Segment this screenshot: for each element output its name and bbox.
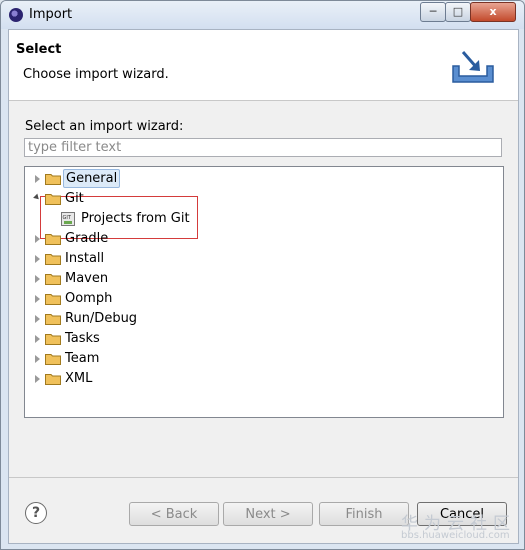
folder-icon bbox=[45, 234, 61, 245]
folder-icon bbox=[45, 374, 61, 385]
help-button[interactable]: ? bbox=[25, 502, 47, 524]
folder-icon bbox=[45, 294, 61, 305]
title-bar[interactable]: Import ─ □ x bbox=[1, 1, 524, 29]
import-window: Import ─ □ x Select Choose import wizard… bbox=[0, 0, 525, 550]
tree-item-label: Tasks bbox=[65, 331, 100, 346]
expand-arrow-icon[interactable] bbox=[35, 375, 40, 383]
folder-icon bbox=[45, 174, 61, 185]
close-button[interactable]: x bbox=[470, 2, 516, 22]
next-button[interactable]: Next > bbox=[223, 502, 313, 526]
page-description: Choose import wizard. bbox=[23, 67, 169, 82]
folder-icon bbox=[45, 334, 61, 345]
minimize-button[interactable]: ─ bbox=[420, 2, 446, 22]
git-file-icon: GIT bbox=[61, 212, 75, 226]
expand-arrow-icon[interactable] bbox=[35, 315, 40, 323]
tree-item-label: Projects from Git bbox=[81, 211, 190, 226]
expand-arrow-icon[interactable] bbox=[35, 255, 40, 263]
tree-item-label: Run/Debug bbox=[65, 311, 138, 326]
back-button[interactable]: < Back bbox=[129, 502, 219, 526]
folder-open-icon bbox=[45, 194, 61, 205]
folder-icon bbox=[45, 314, 61, 325]
import-wizard-icon bbox=[452, 51, 494, 83]
expand-arrow-icon[interactable] bbox=[35, 335, 40, 343]
footer-divider bbox=[9, 477, 518, 478]
folder-icon bbox=[45, 274, 61, 285]
wizard-tree[interactable]: General Git GIT Projects from Git Gradle bbox=[24, 166, 504, 418]
select-wizard-label: Select an import wizard: bbox=[25, 119, 184, 134]
folder-icon bbox=[45, 354, 61, 365]
expand-arrow-icon[interactable] bbox=[35, 275, 40, 283]
tree-item-label: Team bbox=[65, 351, 100, 366]
svg-text:GIT: GIT bbox=[63, 215, 72, 221]
tree-item-label: Oomph bbox=[65, 291, 113, 306]
expand-arrow-icon[interactable] bbox=[35, 175, 40, 183]
window-title: Import bbox=[29, 7, 73, 22]
page-title: Select bbox=[16, 42, 62, 57]
filter-input[interactable] bbox=[24, 138, 502, 157]
dialog-body: Select Choose import wizard. Select an i… bbox=[8, 29, 519, 544]
tree-item-label: Gradle bbox=[65, 231, 109, 246]
eclipse-icon bbox=[9, 8, 23, 22]
expand-arrow-icon[interactable] bbox=[35, 295, 40, 303]
maximize-button[interactable]: □ bbox=[445, 2, 471, 22]
tree-item-label: Git bbox=[65, 191, 84, 206]
expand-arrow-icon[interactable] bbox=[35, 355, 40, 363]
watermark-url: bbs.huaweicloud.com bbox=[401, 530, 510, 541]
tree-item-label: General bbox=[63, 169, 121, 188]
wizard-header: Select Choose import wizard. bbox=[9, 30, 518, 101]
tree-item-label: Install bbox=[65, 251, 105, 266]
expand-arrow-icon[interactable] bbox=[35, 235, 40, 243]
folder-icon bbox=[45, 254, 61, 265]
tree-item-label: XML bbox=[65, 371, 93, 386]
finish-button[interactable]: Finish bbox=[319, 502, 409, 526]
tree-item-label: Maven bbox=[65, 271, 109, 286]
